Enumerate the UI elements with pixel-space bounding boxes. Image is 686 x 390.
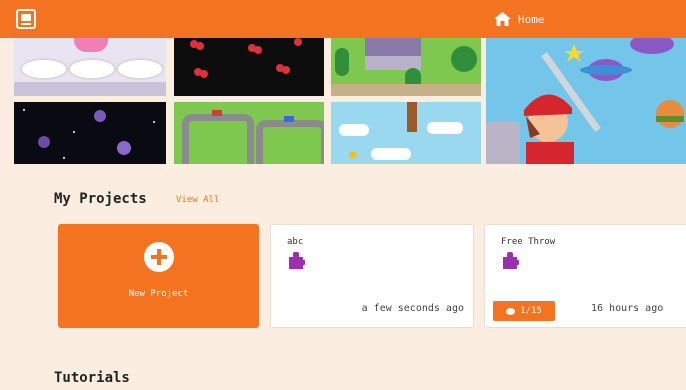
comment-count-badge[interactable]: 1/15 bbox=[493, 301, 555, 321]
my-projects-heading: My Projects bbox=[54, 191, 147, 207]
project-time: a few seconds ago bbox=[361, 303, 464, 314]
top-bar: Home bbox=[0, 0, 686, 38]
home-icon bbox=[494, 12, 511, 26]
project-card-free-throw[interactable]: Free Throw 1/15 16 hours ago bbox=[484, 224, 686, 328]
game-thumbnail-village[interactable] bbox=[331, 38, 481, 96]
tutorials-heading: Tutorials bbox=[54, 370, 130, 386]
game-thumbnail-cherries[interactable] bbox=[174, 38, 324, 96]
home-label: Home bbox=[518, 12, 545, 26]
project-name: abc bbox=[287, 237, 304, 247]
app-logo-icon[interactable] bbox=[16, 9, 36, 29]
comment-icon bbox=[506, 307, 516, 315]
plus-icon bbox=[144, 242, 174, 272]
hero-illustration bbox=[486, 38, 686, 164]
project-time: 16 hours ago bbox=[591, 303, 664, 314]
game-thumbnail-racing[interactable] bbox=[174, 102, 324, 164]
view-all-link[interactable]: View All bbox=[176, 195, 219, 205]
comment-count: 1/15 bbox=[520, 306, 542, 316]
project-name: Free Throw bbox=[501, 237, 556, 247]
home-link[interactable]: Home bbox=[494, 10, 545, 28]
project-card-abc[interactable]: abc a few seconds ago bbox=[270, 224, 474, 328]
game-thumbnail-sky[interactable] bbox=[331, 102, 481, 164]
new-project-label: New Project bbox=[128, 289, 189, 299]
hero-banner bbox=[0, 38, 686, 164]
puzzle-icon bbox=[503, 252, 519, 269]
game-thumbnail-space[interactable] bbox=[14, 102, 166, 164]
game-thumbnail-plates[interactable] bbox=[14, 38, 166, 96]
new-project-card[interactable]: New Project bbox=[58, 224, 259, 328]
puzzle-icon bbox=[289, 252, 305, 269]
